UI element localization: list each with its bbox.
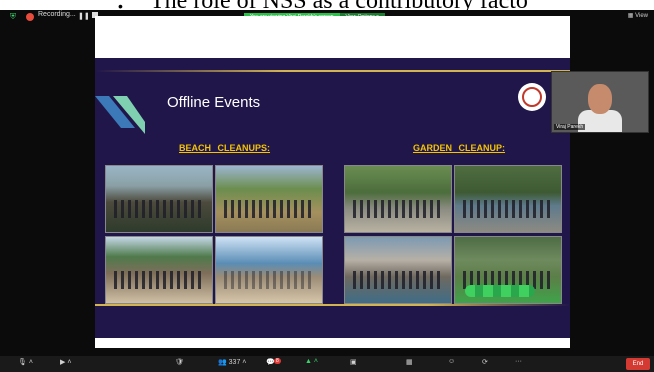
slide-title: Offline Events (167, 94, 261, 111)
meeting-toolbar: 🎙 ˄ ▶ ˄ 🛡 👥 337 ˄ 💬 8 ▲ ˄ ▣ ▦ ☺ ⟳ ··· En… (0, 356, 654, 372)
beach-cleanups-heading: BEACH CLEANUPS: (179, 143, 271, 153)
garden-photo-3 (344, 236, 452, 304)
slide-line-bottom (95, 304, 570, 306)
end-meeting-button[interactable]: End (626, 358, 650, 370)
more-button[interactable]: ··· (515, 358, 522, 365)
view-toggle-button[interactable]: ▦ View (628, 12, 648, 19)
reactions-button[interactable]: ☺ (448, 358, 455, 365)
video-button[interactable]: ▶ ˄ (60, 358, 71, 366)
apps-button[interactable]: ▦ (406, 358, 413, 366)
shield-icon[interactable]: ⛨ (10, 13, 18, 21)
recording-icon (26, 13, 34, 21)
mute-button[interactable]: 🎙 ˄ (18, 358, 33, 366)
garden-photo-2 (454, 165, 562, 233)
participant-face (588, 84, 612, 114)
record-button[interactable]: ▣ (350, 358, 357, 366)
zoom-window: ⛨ Recording... ❚❚ You are viewing Viraj … (0, 10, 654, 372)
chat-badge: 8 (274, 358, 281, 364)
slide-line-top (95, 70, 570, 72)
beach-photo-3 (105, 236, 213, 304)
share-screen-button[interactable]: ▲ ˄ (305, 358, 318, 365)
whiteboard-button[interactable]: ⟳ (482, 358, 488, 366)
nss-logo-icon (518, 83, 546, 111)
chevron-graphic-icon (95, 96, 145, 134)
pause-icon[interactable]: ❚❚ (78, 12, 90, 20)
garden-photo-4 (454, 236, 562, 304)
participant-name: Viraj Parekh (554, 124, 586, 130)
beach-photo-2 (215, 165, 323, 233)
garden-cleanup-heading: GARDEN CLEANUP: (413, 143, 506, 153)
garden-photo-1 (344, 165, 452, 233)
chat-button[interactable]: 💬 8 (266, 358, 281, 366)
security-button[interactable]: 🛡 (175, 358, 184, 366)
shared-slide: Offline Events BEACH CLEANUPS: GARDEN CL… (95, 58, 570, 338)
beach-photo-1 (105, 165, 213, 233)
participants-button[interactable]: 👥 337 ˄ (218, 358, 246, 366)
participant-video-thumbnail[interactable]: Viraj Parekh (551, 71, 649, 133)
beach-photo-4 (215, 236, 323, 304)
recording-label: Recording... (38, 11, 76, 18)
